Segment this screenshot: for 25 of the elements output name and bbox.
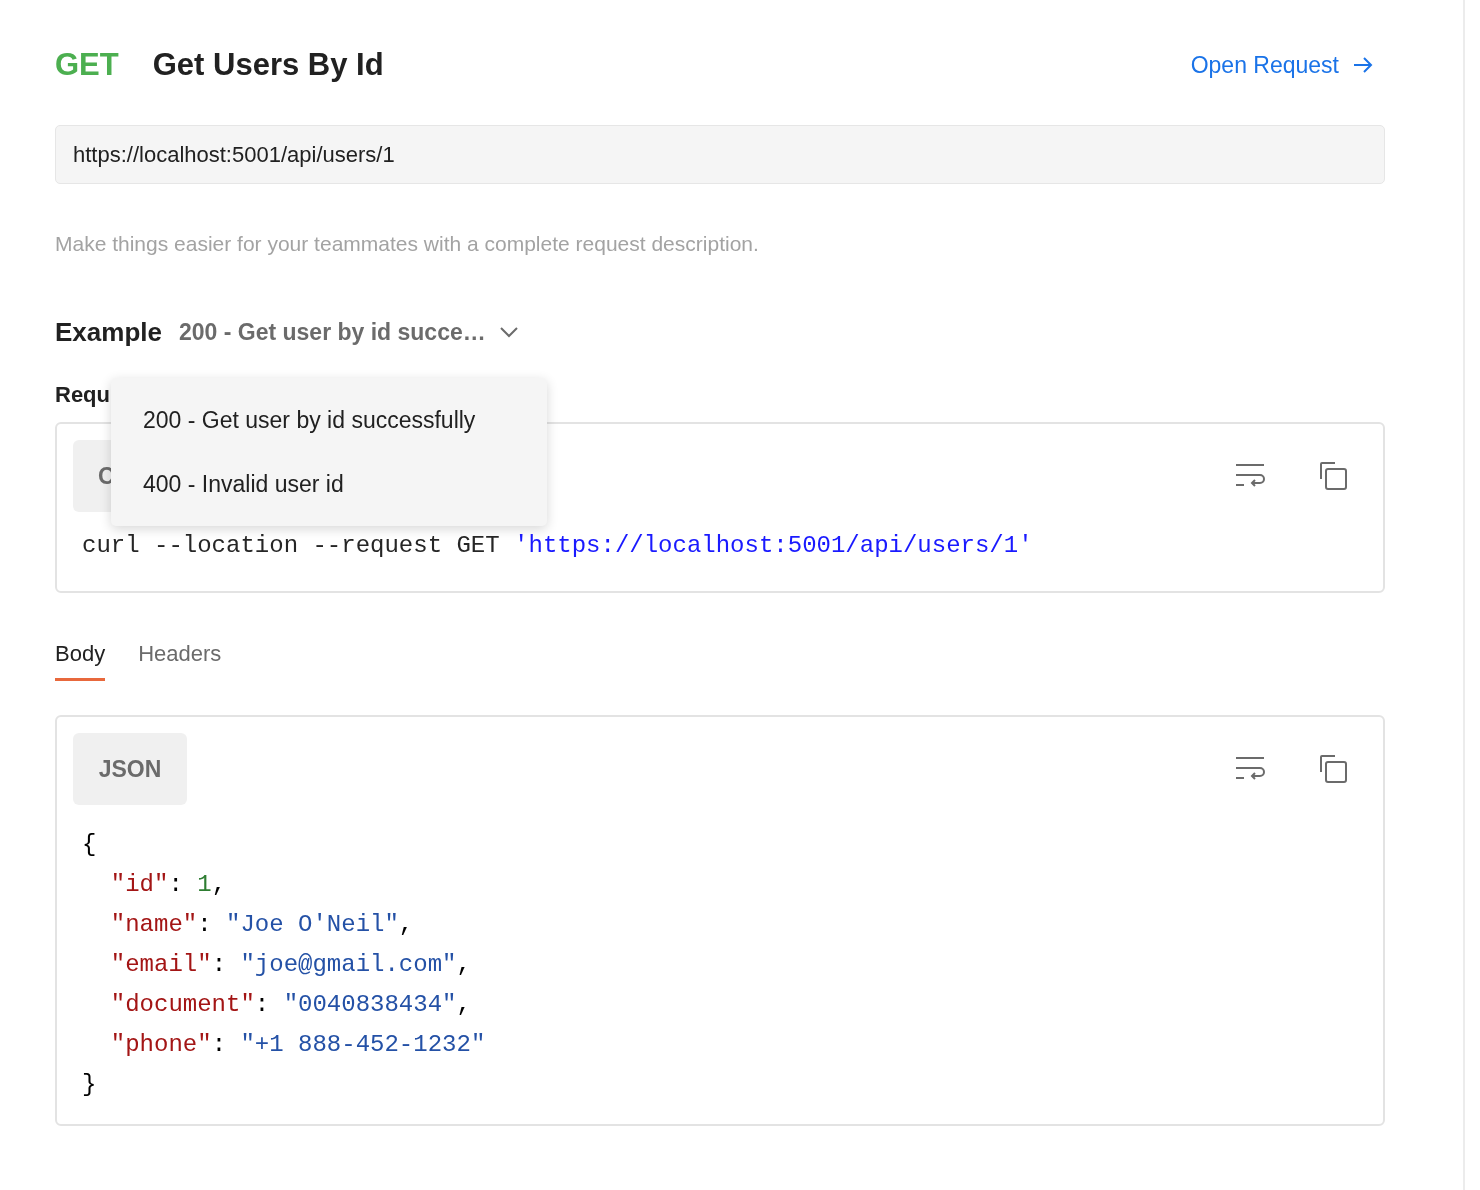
copy-icon[interactable] bbox=[1319, 461, 1349, 491]
code-line: "email": "joe@gmail.com", bbox=[110, 950, 471, 980]
example-label: Example bbox=[55, 316, 162, 348]
code-line: "phone": "+1 888-452-1232" bbox=[110, 1030, 486, 1060]
code-line: "id": 1, bbox=[110, 870, 227, 900]
arrow-right-icon bbox=[1353, 56, 1373, 74]
tab[interactable]: Body bbox=[55, 629, 106, 681]
wrap-text-icon[interactable] bbox=[1235, 756, 1267, 782]
method-label: GET bbox=[55, 47, 119, 83]
code-line: "name": "Joe O'Neil", bbox=[110, 910, 414, 940]
code-line: { bbox=[82, 830, 97, 860]
code-line: } bbox=[82, 1070, 97, 1100]
request-title: Get Users By Id bbox=[152, 47, 384, 83]
tab[interactable]: Headers bbox=[138, 629, 222, 681]
url-field[interactable]: https://localhost:5001/api/users/1 bbox=[55, 125, 1385, 184]
code-line: "document": "0040838434", bbox=[110, 990, 471, 1020]
language-label: JSON bbox=[73, 733, 187, 805]
request-label: Requ bbox=[55, 382, 111, 409]
chevron-down-icon bbox=[499, 326, 518, 338]
open-request-link[interactable]: Open Request bbox=[1190, 51, 1373, 79]
example-dropdown[interactable]: 200 - Get user by id succe… bbox=[178, 318, 518, 346]
description-field[interactable]: Make things easier for your teammates with a complete request description. bbox=[55, 228, 1385, 260]
copy-icon[interactable] bbox=[1319, 754, 1349, 784]
code-line: curl --location --request GET 'https://localhost:5001/api/users/1' bbox=[82, 531, 1033, 561]
wrap-text-icon[interactable] bbox=[1235, 463, 1267, 489]
